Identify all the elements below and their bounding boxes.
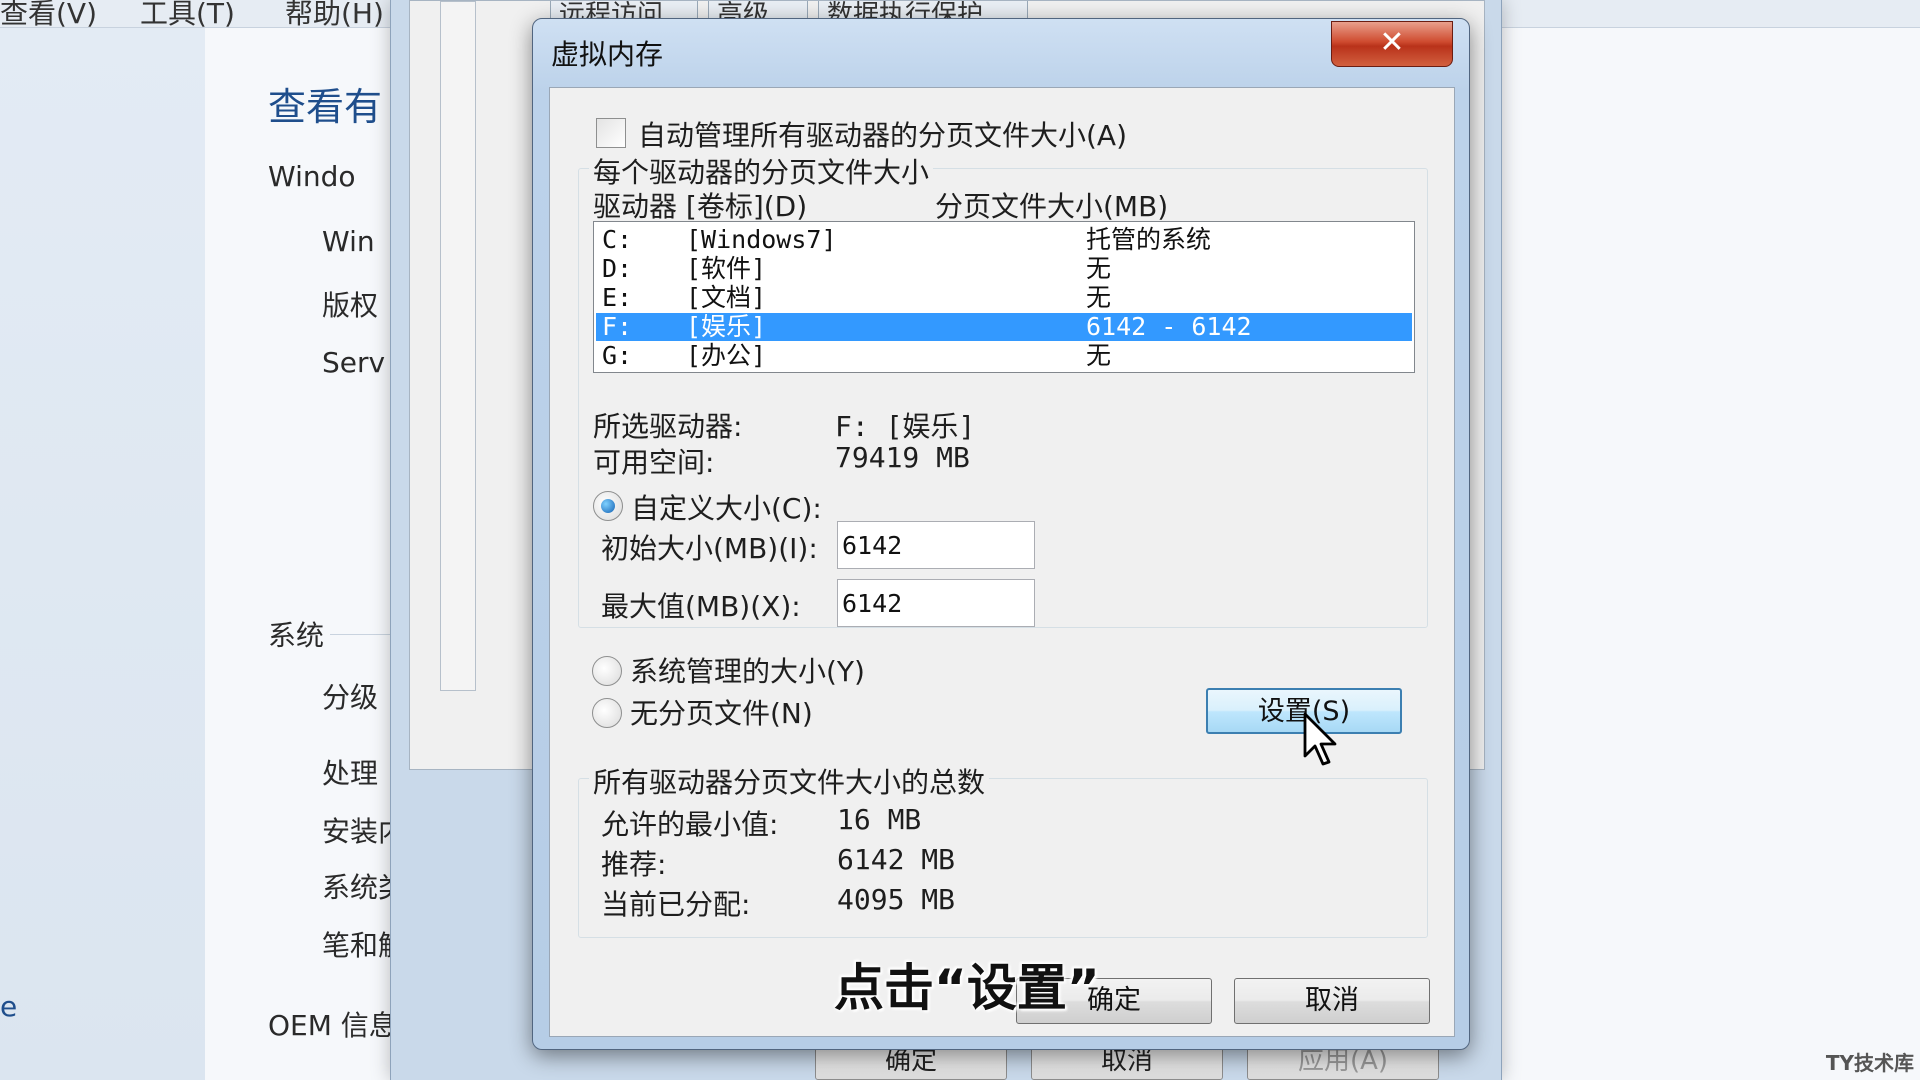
custom-size-radio[interactable] — [593, 491, 623, 521]
drive-label: [办公] — [686, 341, 767, 370]
drive-row-c[interactable]: C: [Windows7] 托管的系统 — [596, 226, 1412, 254]
watermark: TY技术库 — [1825, 1051, 1914, 1075]
allocated-value: 4095 MB — [837, 883, 956, 916]
background-item-copyright: 版权 — [322, 289, 379, 322]
background-item-edition: Win — [322, 225, 375, 258]
background-oem-section: OEM 信息 — [268, 1009, 397, 1042]
drive-list[interactable]: C: [Windows7] 托管的系统 D: [软件] 无 E: [文档] 无 … — [593, 221, 1415, 373]
drive-size: 6142 - 6142 — [1086, 312, 1252, 341]
drive-size: 无 — [1086, 341, 1112, 370]
auto-manage-checkbox[interactable] — [596, 118, 626, 148]
close-button[interactable]: ✕ — [1331, 21, 1453, 67]
auto-manage-label: 自动管理所有驱动器的分页文件大小(A) — [638, 119, 1128, 152]
max-size-label: 最大值(MB)(X): — [601, 590, 801, 623]
mouse-pointer-icon — [1303, 712, 1337, 766]
per-drive-group: 每个驱动器的分页文件大小 驱动器 [卷标](D) 分页文件大小(MB) C: [… — [578, 151, 1428, 628]
free-space-label: 可用空间: — [593, 446, 715, 479]
drive-label: [软件] — [686, 254, 767, 283]
drive-letter: E: — [602, 283, 633, 312]
system-properties-panel — [440, 1, 476, 691]
no-paging-label: 无分页文件(N) — [630, 697, 813, 730]
dialog-title: 虚拟内存 — [551, 38, 664, 71]
dialog-client-area: 自动管理所有驱动器的分页文件大小(A) 每个驱动器的分页文件大小 驱动器 [卷标… — [549, 87, 1455, 1037]
initial-size-label: 初始大小(MB)(I): — [601, 532, 818, 565]
drive-row-d[interactable]: D: [软件] 无 — [596, 255, 1412, 283]
drive-letter: G: — [602, 341, 633, 370]
background-page-heading: 查看有 — [268, 85, 383, 129]
total-group: 所有驱动器分页文件大小的总数 允许的最小值: 16 MB 推荐: 6142 MB… — [578, 761, 1428, 938]
total-group-title: 所有驱动器分页文件大小的总数 — [589, 761, 990, 801]
cancel-button[interactable]: 取消 — [1234, 978, 1430, 1024]
drive-row-e[interactable]: E: [文档] 无 — [596, 284, 1412, 312]
initial-size-input[interactable] — [837, 521, 1035, 569]
drive-column-header: 驱动器 [卷标](D) — [593, 190, 808, 223]
background-system-processor: 处理 — [322, 757, 379, 790]
allocated-label: 当前已分配: — [601, 888, 751, 921]
background-section-divider — [330, 634, 390, 635]
drive-row-f[interactable]: F: [娱乐] 6142 - 6142 — [596, 313, 1412, 341]
background-item-service-pack: Serv — [322, 346, 386, 379]
selected-drive-value: F: [娱乐] — [835, 410, 976, 443]
custom-size-label: 自定义大小(C): — [631, 492, 822, 525]
video-subtitle: 点击“设置” — [834, 959, 1100, 1017]
background-system-section: 系统 — [268, 619, 325, 652]
min-allowed-value: 16 MB — [837, 803, 922, 836]
drive-size: 托管的系统 — [1086, 225, 1212, 254]
drive-letter: D: — [602, 254, 633, 283]
background-system-rating: 分级 — [322, 681, 379, 714]
drive-row-g[interactable]: G: [办公] 无 — [596, 342, 1412, 370]
drive-size: 无 — [1086, 254, 1112, 283]
drive-label: [Windows7] — [686, 225, 837, 254]
size-column-header: 分页文件大小(MB) — [935, 190, 1169, 223]
drive-letter: C: — [602, 225, 633, 254]
virtual-memory-dialog: 虚拟内存 ✕ 自动管理所有驱动器的分页文件大小(A) 每个驱动器的分页文件大小 … — [532, 18, 1470, 1050]
min-allowed-label: 允许的最小值: — [601, 808, 779, 841]
system-managed-label: 系统管理的大小(Y) — [630, 655, 865, 688]
no-paging-radio[interactable] — [592, 698, 622, 728]
recommended-value: 6142 MB — [837, 843, 956, 876]
background-windows-label: Windo — [268, 160, 356, 193]
drive-label: [娱乐] — [686, 312, 767, 341]
drive-size: 无 — [1086, 283, 1112, 312]
system-managed-radio[interactable] — [592, 656, 622, 686]
drive-letter: F: — [602, 312, 633, 341]
free-space-value: 79419 MB — [835, 441, 970, 474]
max-size-input[interactable] — [837, 579, 1035, 627]
background-left-pane — [0, 28, 205, 1080]
drive-label: [文档] — [686, 283, 767, 312]
recommended-label: 推荐: — [601, 848, 667, 881]
background-edge-text: e — [0, 990, 18, 1023]
close-icon: ✕ — [1379, 25, 1405, 60]
selected-drive-label: 所选驱动器: — [593, 410, 743, 443]
